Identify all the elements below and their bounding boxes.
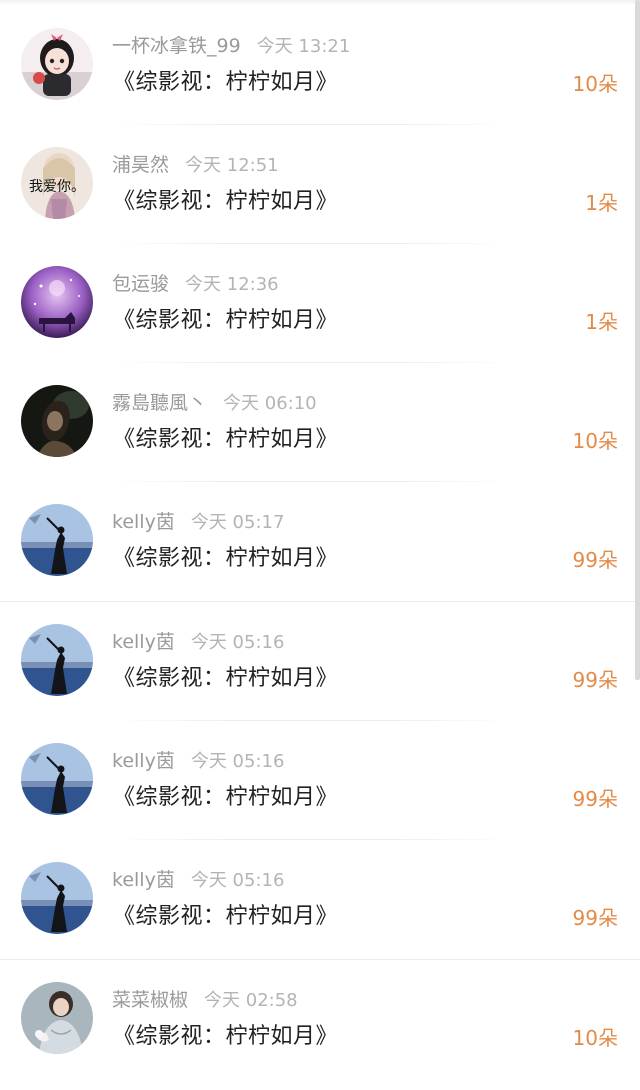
avatar[interactable]	[21, 624, 93, 696]
flower-amount: 99朵	[572, 906, 618, 930]
book-title[interactable]: 《综影视：柠柠如月》	[113, 660, 338, 692]
item-meta: 一杯冰拿铁_99 今天 13:21	[112, 32, 350, 60]
username[interactable]: 浦昊然	[112, 154, 169, 176]
item-meta: kelly茵 今天 05:16	[112, 866, 284, 894]
list-item[interactable]: 我爱你。 浦昊然 今天 12:51 《综影视：柠柠如月》 1朵	[0, 119, 640, 244]
item-meta: 浦昊然 今天 12:51	[112, 151, 279, 179]
item-meta: 包运骏 今天 12:36	[112, 270, 279, 298]
username[interactable]: kelly茵	[112, 869, 175, 891]
avatar[interactable]	[21, 504, 93, 576]
gift-record-page: 一杯冰拿铁_99 今天 13:21 《综影视：柠柠如月》 10朵 我爱你。 浦昊…	[0, 0, 640, 1090]
avatar[interactable]	[21, 28, 93, 100]
list-item[interactable]: kelly茵 今天 05:16 《综影视：柠柠如月》 99朵	[0, 834, 640, 960]
gift-list[interactable]: 一杯冰拿铁_99 今天 13:21 《综影视：柠柠如月》 10朵 我爱你。 浦昊…	[0, 0, 640, 1090]
list-item[interactable]: kelly茵 今天 05:16 《综影视：柠柠如月》 99朵	[0, 596, 640, 721]
book-title[interactable]: 《综影视：柠柠如月》	[113, 540, 338, 572]
avatar[interactable]	[21, 385, 93, 457]
flower-amount: 1朵	[585, 310, 618, 334]
avatar-caption: 我爱你。	[29, 179, 85, 195]
timestamp: 今天 05:17	[190, 512, 285, 533]
flower-amount: 99朵	[572, 787, 618, 811]
blue-lake-avatar-icon	[21, 624, 93, 696]
avatar[interactable]	[21, 743, 93, 815]
username[interactable]: 菜菜椒椒	[112, 989, 188, 1011]
username[interactable]: kelly茵	[112, 511, 175, 533]
list-item[interactable]: 霧島聽風丶 今天 06:10 《综影视：柠柠如月》 10朵	[0, 357, 640, 482]
flower-amount: 99朵	[572, 548, 618, 572]
username[interactable]: 包运骏	[112, 273, 169, 295]
book-title[interactable]: 《综影视：柠柠如月》	[113, 183, 338, 215]
list-item[interactable]: kelly茵 今天 05:17 《综影视：柠柠如月》 99朵	[0, 476, 640, 602]
item-meta: kelly茵 今天 05:16	[112, 747, 284, 775]
item-meta: 菜菜椒椒 今天 02:58	[112, 986, 298, 1014]
avatar[interactable]	[21, 862, 93, 934]
item-meta: 霧島聽風丶 今天 06:10	[112, 389, 317, 417]
purple-piano-avatar-icon	[21, 266, 93, 338]
scrollbar[interactable]	[635, 0, 640, 680]
blue-lake-avatar-icon	[21, 743, 93, 815]
timestamp: 今天 13:21	[256, 36, 351, 57]
avatar[interactable]: 我爱你。	[21, 147, 93, 219]
flower-amount: 10朵	[572, 429, 618, 453]
list-item[interactable]: 包运骏 今天 12:36 《综影视：柠柠如月》 1朵	[0, 238, 640, 363]
dark-portrait-avatar-icon	[21, 385, 93, 457]
flower-amount: 99朵	[572, 668, 618, 692]
blue-lake-avatar-icon	[21, 862, 93, 934]
item-meta: kelly茵 今天 05:17	[112, 508, 284, 536]
flower-amount: 10朵	[572, 72, 618, 96]
username[interactable]: kelly茵	[112, 750, 175, 772]
username[interactable]: kelly茵	[112, 631, 175, 653]
blue-lake-avatar-icon	[21, 504, 93, 576]
woman-photo-avatar-icon: 我爱你。	[21, 147, 93, 219]
avatar[interactable]	[21, 982, 93, 1054]
timestamp: 今天 05:16	[190, 751, 285, 772]
username[interactable]: 一杯冰拿铁_99	[112, 35, 241, 57]
avatar[interactable]	[21, 266, 93, 338]
book-title[interactable]: 《综影视：柠柠如月》	[113, 421, 338, 453]
timestamp: 今天 12:36	[185, 274, 279, 295]
item-meta: kelly茵 今天 05:16	[112, 628, 284, 656]
timestamp: 今天 02:58	[204, 990, 298, 1011]
flower-amount: 1朵	[585, 191, 618, 215]
lady-painting-avatar-icon	[21, 982, 93, 1054]
username[interactable]: 霧島聽風丶	[112, 392, 207, 414]
flower-amount: 10朵	[572, 1026, 618, 1050]
book-title[interactable]: 《综影视：柠柠如月》	[113, 898, 338, 930]
timestamp: 今天 06:10	[223, 393, 317, 414]
timestamp: 今天 05:16	[190, 632, 285, 653]
book-title[interactable]: 《综影视：柠柠如月》	[113, 302, 338, 334]
timestamp: 今天 05:16	[190, 870, 285, 891]
book-title[interactable]: 《综影视：柠柠如月》	[113, 1018, 338, 1050]
book-title[interactable]: 《综影视：柠柠如月》	[113, 779, 338, 811]
list-item[interactable]: 一杯冰拿铁_99 今天 13:21 《综影视：柠柠如月》 10朵	[0, 0, 640, 125]
book-title[interactable]: 《综影视：柠柠如月》	[113, 64, 338, 96]
list-item[interactable]: kelly茵 今天 05:16 《综影视：柠柠如月》 99朵	[0, 715, 640, 840]
girl-cartoon-avatar-icon	[21, 28, 93, 100]
list-item[interactable]: 菜菜椒椒 今天 02:58 《综影视：柠柠如月》 10朵	[0, 954, 640, 1073]
timestamp: 今天 12:51	[185, 155, 279, 176]
